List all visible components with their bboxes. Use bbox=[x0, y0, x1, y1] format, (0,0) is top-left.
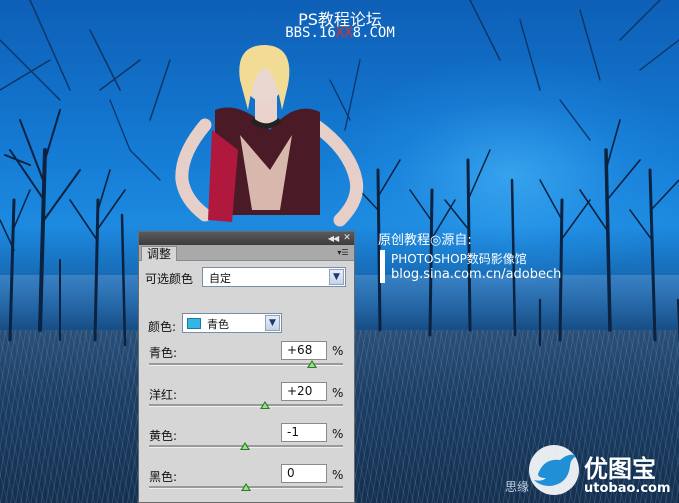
slider-thumb[interactable] bbox=[306, 360, 317, 368]
logo-domain: utobao.com bbox=[584, 481, 671, 496]
credit-blog-name: PHOTOSHOP数码影像馆 bbox=[391, 252, 527, 266]
preset-select[interactable]: 自定 ▼ bbox=[202, 267, 346, 287]
panel-menu-icon[interactable]: ▾☰ bbox=[336, 247, 350, 259]
chevron-down-icon[interactable]: ▼ bbox=[329, 269, 344, 285]
percent-unit: % bbox=[332, 468, 344, 482]
logo-signature: 思缘 bbox=[505, 480, 530, 494]
magenta-value-input[interactable]: +20 bbox=[281, 382, 327, 401]
preset-value: 自定 bbox=[209, 272, 231, 285]
slider-track[interactable] bbox=[149, 404, 343, 407]
slider-label: 青色: bbox=[149, 346, 178, 360]
model-figure bbox=[175, 45, 364, 227]
slider-label: 黑色: bbox=[149, 470, 178, 484]
percent-unit: % bbox=[332, 386, 344, 400]
color-label: 颜色: bbox=[148, 320, 177, 334]
forum-url-suffix: 8.COM bbox=[352, 25, 395, 41]
cyan-value-input[interactable]: +68 bbox=[281, 341, 327, 360]
slider-thumb[interactable] bbox=[240, 442, 251, 450]
forum-url-prefix: BBS.16 bbox=[285, 25, 336, 41]
slider-label: 洋红: bbox=[149, 388, 178, 402]
panel-title-bar[interactable]: ◀◀ ✕ bbox=[139, 232, 354, 245]
adjustments-panel: ◀◀ ✕ 调整 ▾☰ 可选颜色 自定 ▼ 颜色: 青色 ▼ 青色: +68 % … bbox=[138, 231, 355, 503]
slider-label: 黄色: bbox=[149, 429, 178, 443]
color-value: 青色 bbox=[207, 318, 229, 331]
color-swatch bbox=[187, 318, 201, 329]
logo-name: 优图宝 bbox=[584, 455, 656, 483]
color-select[interactable]: 青色 ▼ bbox=[182, 313, 282, 333]
panel-tab-bar: 调整 ▾☰ bbox=[139, 245, 354, 261]
utobao-bird-logo-icon bbox=[529, 445, 579, 495]
chevron-down-icon[interactable]: ▼ bbox=[265, 315, 280, 331]
adjustment-type-label: 可选颜色 bbox=[145, 272, 194, 286]
tab-adjustments[interactable]: 调整 bbox=[141, 246, 178, 261]
slider-thumb[interactable] bbox=[241, 483, 251, 491]
credit-blog-url: blog.sina.com.cn/adobech bbox=[391, 267, 562, 282]
collapse-panel-icon[interactable]: ◀◀ bbox=[326, 233, 340, 244]
black-value-input[interactable]: 0 bbox=[281, 464, 327, 483]
forum-url-highlight: XX bbox=[335, 25, 353, 41]
yellow-value-input[interactable]: -1 bbox=[281, 423, 327, 442]
credit-bar bbox=[380, 250, 385, 283]
percent-unit: % bbox=[332, 344, 344, 358]
close-icon[interactable]: ✕ bbox=[341, 233, 353, 244]
slider-thumb[interactable] bbox=[260, 401, 271, 409]
percent-unit: % bbox=[332, 427, 344, 441]
forum-url: BBS.16XX8.COM bbox=[262, 25, 418, 41]
credit-source-label: 原创教程◎源自: bbox=[378, 233, 472, 248]
